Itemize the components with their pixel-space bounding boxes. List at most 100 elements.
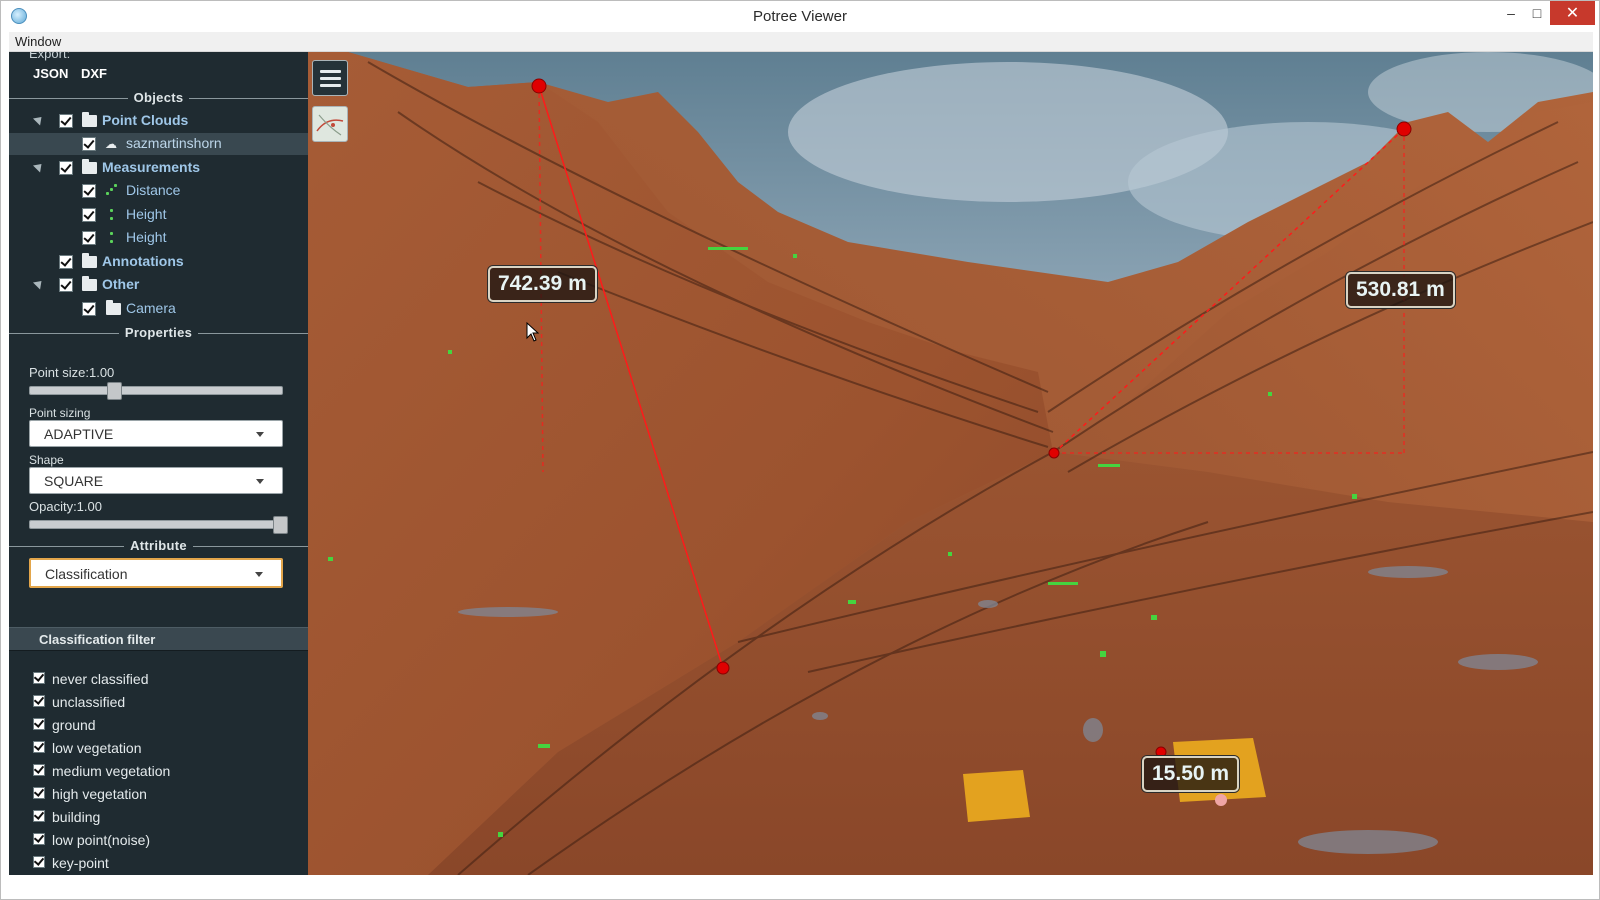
folder-icon	[82, 276, 97, 291]
measurement-point[interactable]	[716, 661, 730, 675]
vegetation-point	[848, 600, 856, 604]
tree-item-point-clouds[interactable]: Point Clouds	[9, 110, 308, 132]
classification-item[interactable]: unclassified	[9, 693, 308, 715]
select-value: SQUARE	[44, 473, 104, 489]
rock-patch	[458, 607, 558, 617]
classification-checkbox[interactable]	[33, 764, 45, 776]
hamburger-icon	[320, 84, 341, 87]
expand-triangle-icon[interactable]	[32, 113, 46, 126]
vegetation-point	[1100, 651, 1106, 657]
opacity-slider[interactable]	[29, 516, 288, 534]
visibility-checkbox[interactable]	[82, 137, 96, 151]
export-dxf-button[interactable]: DXF	[81, 66, 107, 81]
vegetation-point	[1098, 464, 1120, 467]
window-title: Potree Viewer	[753, 8, 847, 25]
rock-patch	[812, 712, 828, 720]
classification-label: ground	[52, 717, 96, 733]
map-toggle-button[interactable]	[312, 106, 348, 142]
classification-item[interactable]: high vegetation	[9, 785, 308, 807]
vegetation-point	[708, 247, 748, 250]
classification-checkbox[interactable]	[33, 695, 45, 707]
tree-label: Height	[126, 206, 167, 222]
3d-viewport[interactable]: 742.39 m 530.81 m 15.50 m	[308, 52, 1593, 875]
classification-item[interactable]: key-point	[9, 854, 308, 876]
tree-item-cloud[interactable]: ☁ sazmartinshorn	[9, 133, 308, 155]
vegetation-point	[538, 744, 550, 748]
classification-item[interactable]: low vegetation	[9, 739, 308, 761]
folder-icon	[82, 112, 97, 127]
maximize-button[interactable]: □	[1522, 1, 1552, 25]
section-objects: Objects	[9, 90, 308, 106]
classification-checkbox[interactable]	[33, 856, 45, 868]
measurement-label-height[interactable]: 530.81 m	[1346, 272, 1455, 308]
point-cloud-scene[interactable]	[308, 52, 1593, 875]
tree-label: sazmartinshorn	[126, 135, 222, 151]
classification-item[interactable]: building	[9, 808, 308, 830]
classification-label: medium vegetation	[52, 763, 171, 779]
app-window: Potree Viewer – □ ✕ Window Export: JSON …	[0, 0, 1600, 900]
classification-checkbox[interactable]	[33, 833, 45, 845]
expand-triangle-icon[interactable]	[32, 160, 46, 173]
classification-checkbox[interactable]	[33, 810, 45, 822]
classification-filter-header[interactable]: Classification filter	[9, 627, 308, 651]
visibility-checkbox[interactable]	[59, 278, 73, 292]
export-json-button[interactable]: JSON	[33, 66, 68, 81]
vegetation-point	[1151, 615, 1157, 620]
tree-label: Camera	[126, 300, 176, 316]
tree-item-distance[interactable]: Distance	[9, 180, 308, 202]
measurement-point[interactable]	[1048, 447, 1060, 459]
tree-label: Point Clouds	[102, 112, 189, 128]
chevron-down-icon	[255, 572, 263, 577]
classification-checkbox[interactable]	[33, 718, 45, 730]
slider-thumb[interactable]	[273, 516, 288, 534]
tree-item-camera[interactable]: Camera	[9, 298, 308, 320]
folder-icon	[82, 253, 97, 268]
visibility-checkbox[interactable]	[82, 184, 96, 198]
visibility-checkbox[interactable]	[59, 114, 73, 128]
tree-item-other[interactable]: Other	[9, 274, 308, 296]
tree-item-annotations[interactable]: Annotations	[9, 251, 308, 273]
classification-item[interactable]: never classified	[9, 670, 308, 692]
measurement-point[interactable]	[1396, 121, 1412, 137]
visibility-checkbox[interactable]	[59, 255, 73, 269]
shape-select[interactable]: SQUARE	[29, 467, 283, 494]
window-bottom-border	[9, 875, 1593, 893]
point-sizing-select[interactable]: ADAPTIVE	[29, 420, 283, 447]
menu-window[interactable]: Window	[15, 34, 61, 49]
sidebar: Export: JSON DXF Objects Point Clouds ☁ …	[9, 52, 308, 893]
classification-checkbox[interactable]	[33, 741, 45, 753]
hamburger-icon	[320, 70, 341, 73]
tree-label: Other	[102, 276, 140, 292]
slider-thumb[interactable]	[107, 382, 122, 400]
classification-checkbox[interactable]	[33, 787, 45, 799]
folder-icon	[106, 300, 121, 315]
cloud-icon: ☁	[105, 137, 117, 151]
measurement-point[interactable]	[1215, 794, 1227, 806]
chevron-down-icon	[256, 479, 264, 484]
tree-label: Annotations	[102, 253, 184, 269]
tree-item-measurements[interactable]: Measurements	[9, 157, 308, 179]
measurement-point[interactable]	[531, 78, 547, 94]
visibility-checkbox[interactable]	[59, 161, 73, 175]
measurement-label-height-small[interactable]: 15.50 m	[1142, 756, 1240, 792]
visibility-checkbox[interactable]	[82, 208, 96, 222]
visibility-checkbox[interactable]	[82, 231, 96, 245]
vegetation-point	[1268, 392, 1272, 396]
attribute-select[interactable]: Classification	[29, 558, 283, 588]
classification-item[interactable]: ground	[9, 716, 308, 738]
point-sizing-label: Point sizing	[29, 406, 91, 420]
classification-item[interactable]: low point(noise)	[9, 831, 308, 853]
menu-toggle-button[interactable]	[312, 60, 348, 96]
vegetation-point	[498, 832, 503, 837]
tree-label: Distance	[126, 182, 181, 198]
classification-item[interactable]: medium vegetation	[9, 762, 308, 784]
visibility-checkbox[interactable]	[82, 302, 96, 316]
measurement-label-distance[interactable]: 742.39 m	[488, 266, 597, 302]
close-button[interactable]: ✕	[1550, 1, 1595, 25]
tree-item-height-2[interactable]: Height	[9, 227, 308, 249]
classification-checkbox[interactable]	[33, 672, 45, 684]
expand-triangle-icon[interactable]	[32, 277, 46, 290]
point-size-slider[interactable]	[29, 382, 283, 400]
tree-item-height-1[interactable]: Height	[9, 204, 308, 226]
building-patch	[963, 770, 1030, 822]
